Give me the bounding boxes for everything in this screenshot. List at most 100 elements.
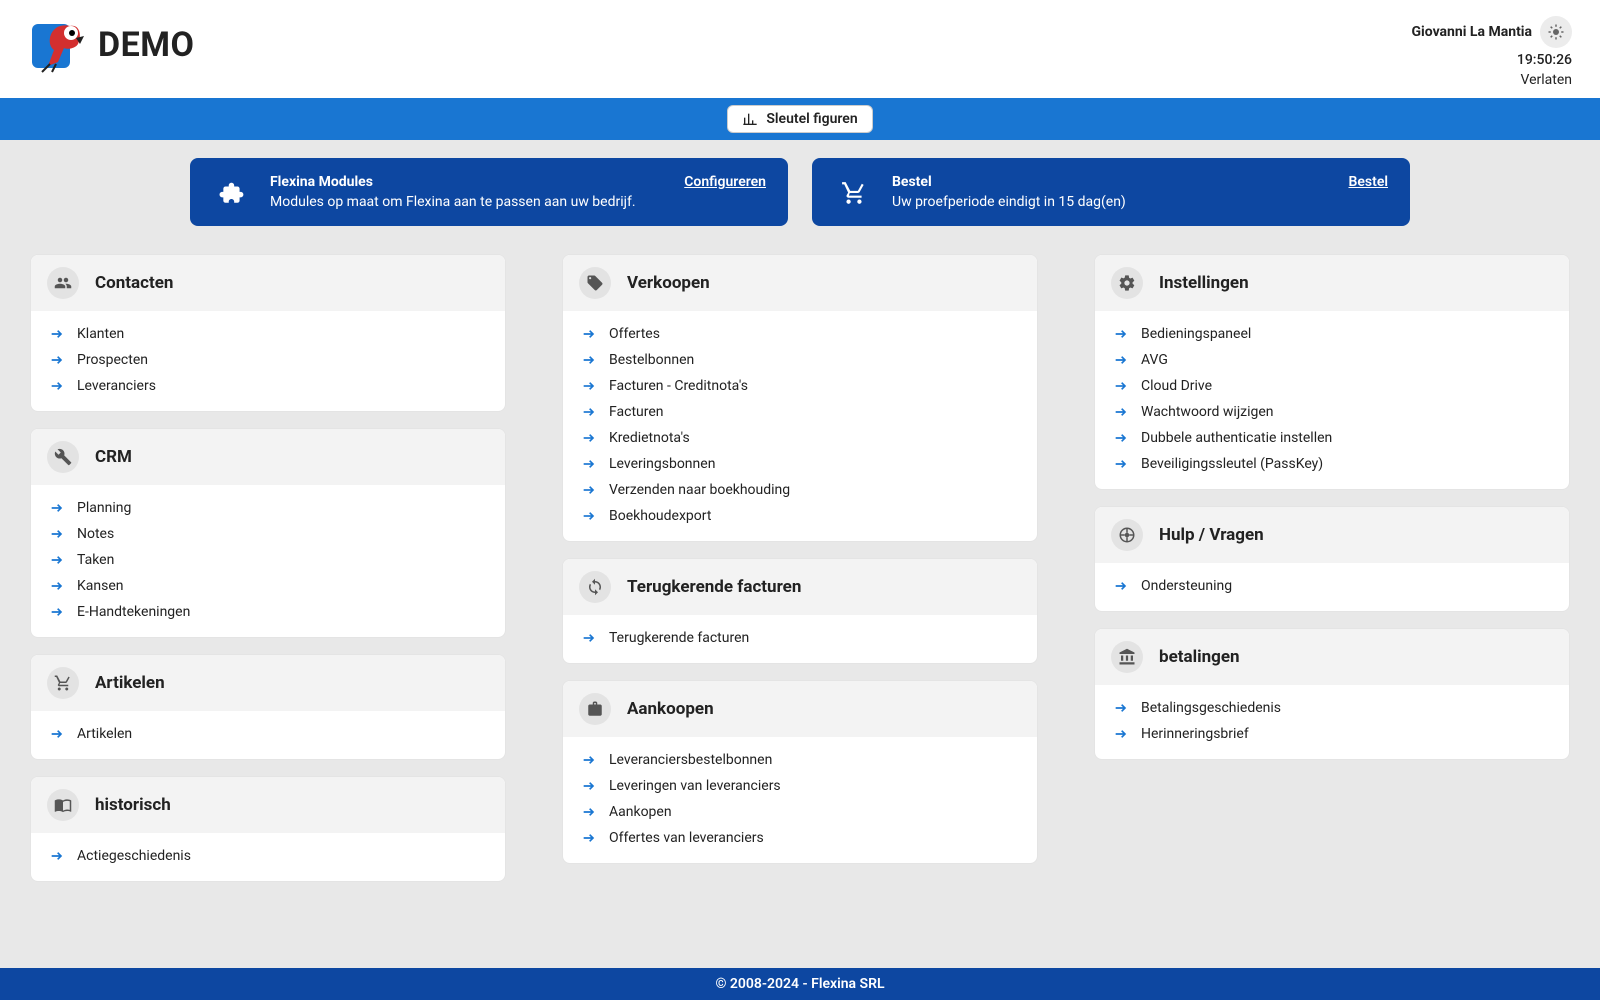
arrow-icon [1113, 456, 1129, 472]
menu-item-dubbele-authenticatie-instellen[interactable]: Dubbele authenticatie instellen [1111, 425, 1553, 451]
menu-item-avg[interactable]: AVG [1111, 347, 1553, 373]
key-figures-button[interactable]: Sleutel figuren [727, 105, 872, 133]
help-icon [1111, 519, 1143, 551]
logout-link[interactable]: Verlaten [1520, 72, 1572, 88]
menu-item-label: Taken [77, 552, 114, 568]
menu-item-betalingsgeschiedenis[interactable]: Betalingsgeschiedenis [1111, 695, 1553, 721]
menu-item-kansen[interactable]: Kansen [47, 573, 489, 599]
menu-item-verzenden-naar-boekhouding[interactable]: Verzenden naar boekhouding [579, 477, 1021, 503]
menu-item-label: Artikelen [77, 726, 132, 742]
brand: DEMO [28, 16, 194, 74]
main: Flexina Modules Modules op maat om Flexi… [0, 140, 1600, 968]
menu-item-label: E-Handtekeningen [77, 604, 190, 620]
arrow-icon [1113, 726, 1129, 742]
arrow-icon [581, 326, 597, 342]
arrow-icon [49, 848, 65, 864]
card-list: Terugkerende facturen [563, 615, 1037, 663]
menu-item-aankopen[interactable]: Aankopen [579, 799, 1021, 825]
menu-item-leveranciers[interactable]: Leveranciers [47, 373, 489, 399]
menu-item-kredietnota-s[interactable]: Kredietnota's [579, 425, 1021, 451]
menu-item-boekhoudexport[interactable]: Boekhoudexport [579, 503, 1021, 529]
menu-item-label: Aankopen [609, 804, 672, 820]
card-header: Artikelen [31, 655, 505, 711]
people-icon [47, 267, 79, 299]
menu-item-taken[interactable]: Taken [47, 547, 489, 573]
arrow-icon [49, 500, 65, 516]
menu-item-label: Kredietnota's [609, 430, 690, 446]
theme-toggle-button[interactable] [1540, 16, 1572, 48]
menu-item-beveiligingssleutel-passkey[interactable]: Beveiligingssleutel (PassKey) [1111, 451, 1553, 477]
arrow-icon [49, 604, 65, 620]
arrow-icon [581, 430, 597, 446]
tools-icon [47, 441, 79, 473]
menu-item-label: Herinneringsbrief [1141, 726, 1249, 742]
refresh-icon [579, 571, 611, 603]
menu-item-ondersteuning[interactable]: Ondersteuning [1111, 573, 1553, 599]
menu-item-label: Offertes van leveranciers [609, 830, 764, 846]
card-header: Verkoopen [563, 255, 1037, 311]
card-header: Instellingen [1095, 255, 1569, 311]
arrow-icon [1113, 326, 1129, 342]
card-header: Contacten [31, 255, 505, 311]
footer-copyright: © 2008-2024 - Flexina SRL [715, 976, 884, 992]
menu-item-planning[interactable]: Planning [47, 495, 489, 521]
menu-item-wachtwoord-wijzigen[interactable]: Wachtwoord wijzigen [1111, 399, 1553, 425]
menu-item-terugkerende-facturen[interactable]: Terugkerende facturen [579, 625, 1021, 651]
clock-time: 19:50:26 [1517, 52, 1572, 68]
menu-item-label: Boekhoudexport [609, 508, 711, 524]
menu-item-offertes[interactable]: Offertes [579, 321, 1021, 347]
menu-item-label: Offertes [609, 326, 660, 342]
menu-item-facturen-creditnota-s[interactable]: Facturen - Creditnota's [579, 373, 1021, 399]
menu-item-facturen[interactable]: Facturen [579, 399, 1021, 425]
columns: ContactenKlantenProspectenLeveranciersCR… [30, 254, 1570, 882]
banner-order-action[interactable]: Bestel [1349, 174, 1389, 190]
column-0: ContactenKlantenProspectenLeveranciersCR… [30, 254, 506, 882]
card-title: betalingen [1159, 647, 1240, 667]
cart-icon [47, 667, 79, 699]
card-hulp-vragen: Hulp / Vragen Ondersteuning [1094, 506, 1570, 612]
menu-item-prospecten[interactable]: Prospecten [47, 347, 489, 373]
menu-item-e-handtekeningen[interactable]: E-Handtekeningen [47, 599, 489, 625]
card-title: Aankoopen [627, 699, 714, 719]
menu-item-label: Dubbele authenticatie instellen [1141, 430, 1332, 446]
menu-item-label: Leveranciersbestelbonnen [609, 752, 772, 768]
cart-icon [834, 174, 874, 206]
card-verkoopen: Verkoopen Offertes Bestelbonnen Facturen - … [562, 254, 1038, 542]
banner-modules-title: Flexina Modules [270, 174, 666, 190]
menu-item-label: Kansen [77, 578, 124, 594]
menu-item-leveranciersbestelbonnen[interactable]: Leveranciersbestelbonnen [579, 747, 1021, 773]
menu-item-artikelen[interactable]: Artikelen [47, 721, 489, 747]
column-2: Instellingen BedieningspaneelAVGCloud Dri… [1094, 254, 1570, 882]
menu-item-klanten[interactable]: Klanten [47, 321, 489, 347]
card-title: Hulp / Vragen [1159, 525, 1264, 545]
menu-item-offertes-van-leveranciers[interactable]: Offertes van leveranciers [579, 825, 1021, 851]
top-right: Giovanni La Mantia 19:50:26 Verlaten [1412, 16, 1572, 88]
card-title: Terugkerende facturen [627, 577, 801, 597]
banner-modules-action[interactable]: Configureren [684, 174, 766, 190]
footer: © 2008-2024 - Flexina SRL [0, 968, 1600, 1000]
menu-item-cloud-drive[interactable]: Cloud Drive [1111, 373, 1553, 399]
menu-item-label: Bestelbonnen [609, 352, 694, 368]
brand-title: DEMO [98, 25, 194, 65]
card-list: PlanningNotes Taken Kansen E-Handtekeningen [31, 485, 505, 637]
arrow-icon [581, 778, 597, 794]
menu-item-herinneringsbrief[interactable]: Herinneringsbrief [1111, 721, 1553, 747]
user-name[interactable]: Giovanni La Mantia [1412, 24, 1532, 40]
menu-item-label: Verzenden naar boekhouding [609, 482, 790, 498]
menu-item-bedieningspaneel[interactable]: Bedieningspaneel [1111, 321, 1553, 347]
card-terugkerende-facturen: Terugkerende facturen Terugkerende factur… [562, 558, 1038, 664]
menu-item-leveringen-van-leveranciers[interactable]: Leveringen van leveranciers [579, 773, 1021, 799]
menu-item-notes[interactable]: Notes [47, 521, 489, 547]
arrow-icon [581, 456, 597, 472]
card-instellingen: Instellingen BedieningspaneelAVGCloud Dri… [1094, 254, 1570, 490]
arrow-icon [581, 630, 597, 646]
menu-item-actiegeschiedenis[interactable]: Actiegeschiedenis [47, 843, 489, 869]
arrow-icon [1113, 578, 1129, 594]
puzzle-icon [212, 174, 252, 206]
banner-order: Bestel Uw proefperiode eindigt in 15 dag… [812, 158, 1410, 226]
menu-item-leveringsbonnen[interactable]: Leveringsbonnen [579, 451, 1021, 477]
menu-item-label: Facturen [609, 404, 664, 420]
column-1: Verkoopen Offertes Bestelbonnen Facturen - … [562, 254, 1038, 882]
menu-item-bestelbonnen[interactable]: Bestelbonnen [579, 347, 1021, 373]
arrow-icon [49, 352, 65, 368]
